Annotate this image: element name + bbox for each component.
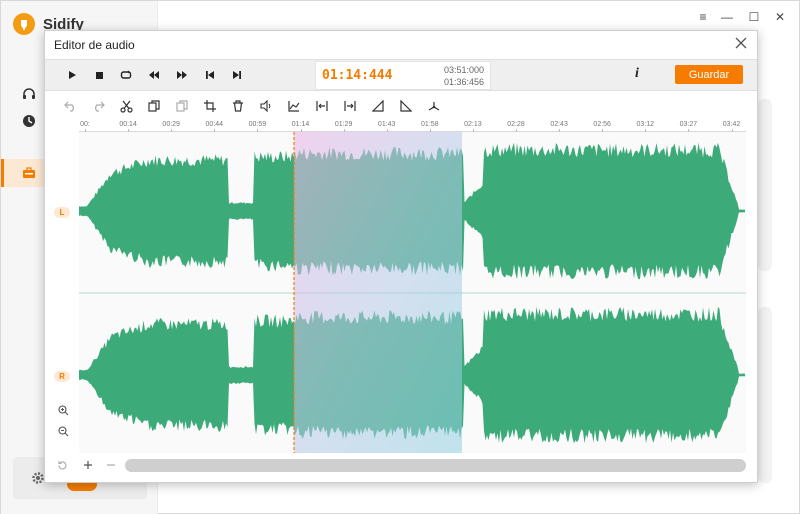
redo-icon[interactable] (90, 98, 106, 114)
rewind-icon[interactable] (147, 68, 161, 82)
minimize-icon[interactable]: — (719, 10, 735, 24)
fade-in-icon[interactable] (370, 98, 386, 114)
history-clock-icon[interactable] (20, 112, 38, 130)
headphones-icon[interactable] (20, 85, 38, 103)
active-indicator (1, 159, 4, 187)
total-duration: 03:51:000 (443, 65, 484, 75)
skip-start-icon[interactable] (203, 68, 217, 82)
volume-icon[interactable] (258, 98, 274, 114)
dialog-title: Editor de audio (54, 38, 135, 52)
skip-end-icon[interactable] (230, 68, 244, 82)
noise-icon[interactable] (426, 98, 442, 114)
maximize-icon[interactable]: ☐ (746, 10, 762, 24)
trim-out-icon[interactable] (342, 98, 358, 114)
sidebar-item-tools[interactable] (1, 159, 44, 187)
save-button[interactable]: Guardar (675, 65, 743, 84)
close-window-icon[interactable]: ✕ (772, 10, 788, 24)
fast-forward-icon[interactable] (175, 68, 189, 82)
audio-editor-dialog: Editor de audio 01:14:444 03:51:000 01:3… (44, 30, 758, 483)
gear-icon[interactable] (31, 471, 45, 485)
app-window: Sidify ≡ — ☐ ✕ Editor de audio 01:14:444… (0, 0, 800, 514)
loop-icon[interactable] (119, 68, 133, 82)
app-logo-icon (13, 13, 35, 35)
current-time: 01:14:444 (322, 68, 393, 83)
delete-icon[interactable] (230, 98, 246, 114)
undo-icon[interactable] (62, 98, 78, 114)
copy-icon[interactable] (146, 98, 162, 114)
time-display: 01:14:444 03:51:000 01:36:456 (315, 61, 491, 90)
background-card (758, 307, 772, 483)
stop-icon[interactable] (92, 68, 106, 82)
info-icon[interactable]: i (635, 66, 639, 82)
close-icon[interactable] (735, 37, 749, 51)
cut-icon[interactable] (118, 98, 134, 114)
paste-icon[interactable] (174, 98, 190, 114)
fade-out-icon[interactable] (398, 98, 414, 114)
amplify-icon[interactable] (286, 98, 302, 114)
play-icon[interactable] (65, 68, 79, 82)
menu-icon[interactable]: ≡ (695, 10, 711, 24)
trim-in-icon[interactable] (314, 98, 330, 114)
transport-bar: 01:14:444 03:51:000 01:36:456 i Guardar (45, 59, 757, 91)
background-card (758, 99, 772, 271)
toolbox-icon (20, 164, 38, 182)
edit-toolbar (45, 92, 757, 120)
selection-duration: 01:36:456 (443, 77, 484, 87)
crop-icon[interactable] (202, 98, 218, 114)
